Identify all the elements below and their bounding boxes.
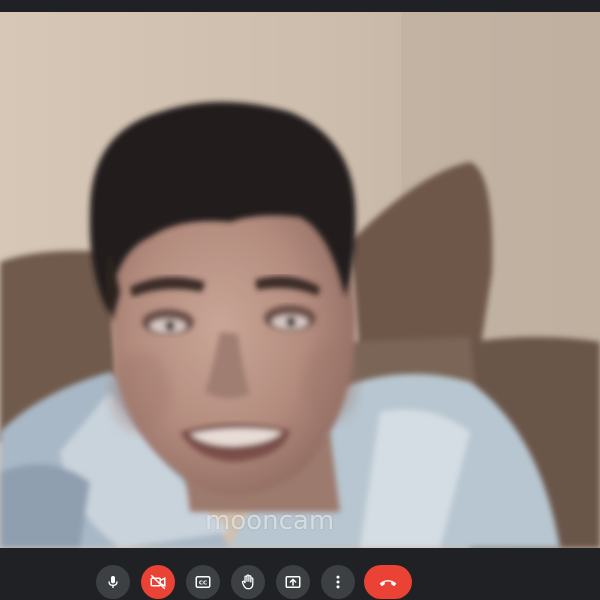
participant-video-tile[interactable]: mooncam [0, 12, 600, 548]
hand-icon [241, 574, 254, 590]
camera-off-icon [150, 574, 166, 590]
raise-hand-button[interactable] [231, 565, 265, 599]
microphone-icon [108, 576, 118, 588]
hang-up-phone-icon [379, 580, 397, 586]
more-vertical-icon [336, 575, 340, 589]
participant-video-frame [0, 12, 600, 548]
present-screen-button[interactable] [276, 565, 310, 599]
captions-label: CC [199, 581, 207, 587]
top-bar [0, 0, 600, 12]
microphone-button[interactable] [96, 565, 130, 599]
captions-button[interactable]: CC [186, 565, 220, 599]
video-call-window: mooncam CC [0, 0, 600, 600]
closed-captions-icon: CC [195, 576, 211, 588]
more-options-button[interactable] [321, 565, 355, 599]
camera-toggle-button[interactable] [141, 565, 175, 599]
present-upload-icon [285, 576, 301, 588]
call-control-bar: CC [0, 548, 600, 600]
end-call-button[interactable] [364, 565, 412, 599]
